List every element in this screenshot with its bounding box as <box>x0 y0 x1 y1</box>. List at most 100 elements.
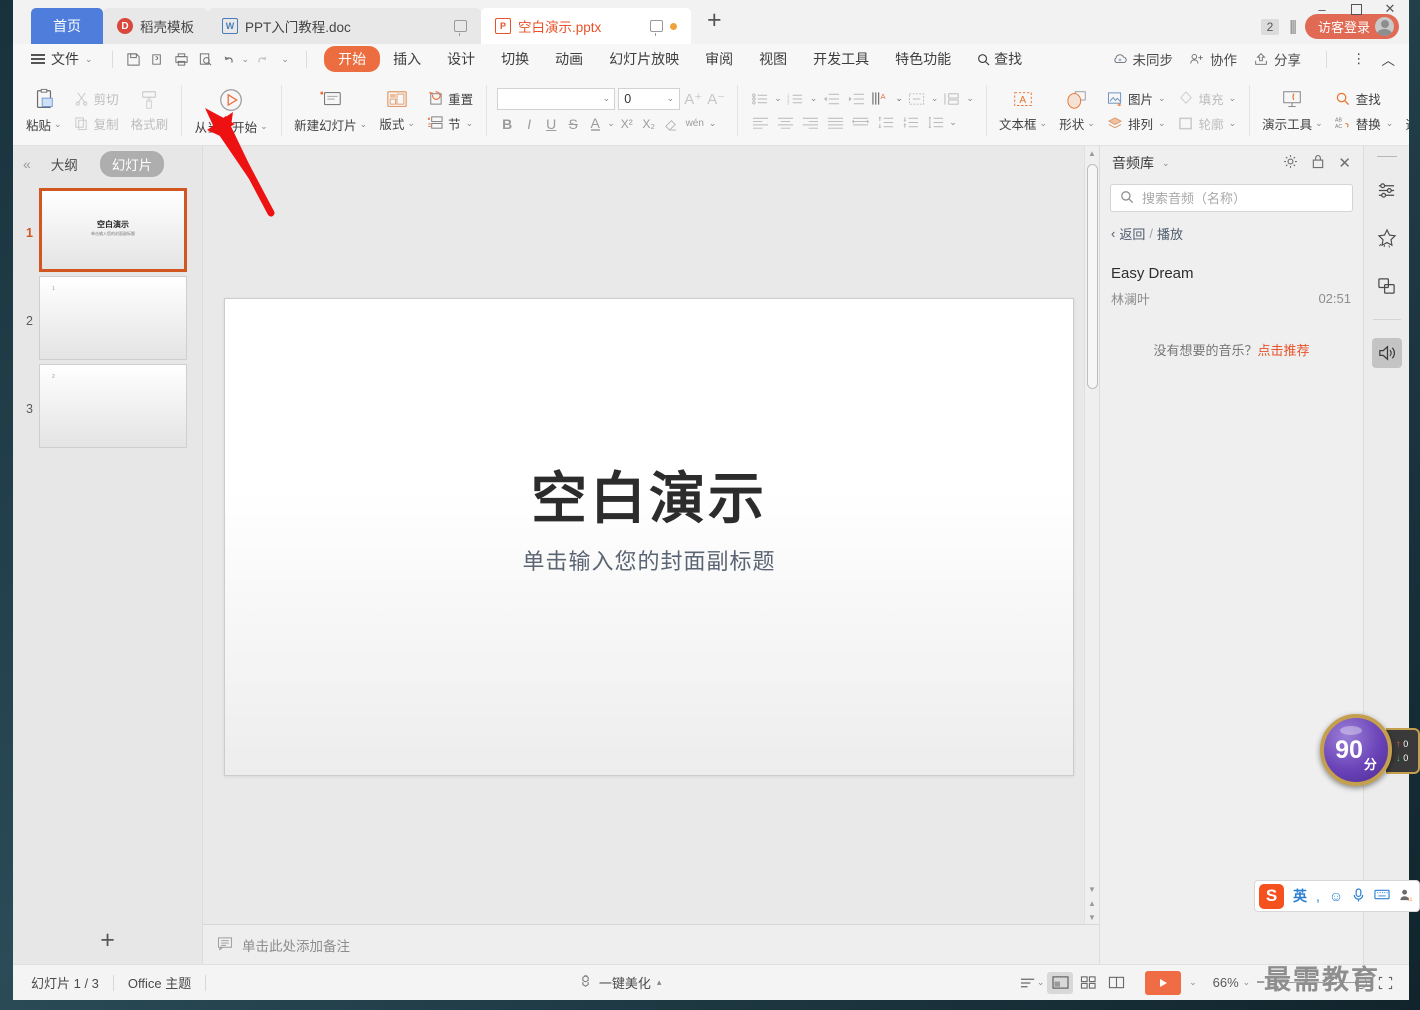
tab-list-icon[interactable]: ||| <box>1289 18 1297 35</box>
increase-indent-icon[interactable] <box>845 89 867 108</box>
undo-dropdown-icon[interactable]: ⌄ <box>242 54 250 65</box>
lock-icon[interactable] <box>1311 154 1325 172</box>
find-in-document-icon[interactable] <box>194 48 218 70</box>
customize-toolbar-icon[interactable]: ⌄ <box>273 48 297 70</box>
ribbon-tab-features[interactable]: 特色功能 <box>882 47 964 71</box>
chevron-left-icon[interactable]: ‹ <box>1111 226 1115 241</box>
sync-status-button[interactable]: 未同步 <box>1112 49 1173 69</box>
format-painter-button[interactable]: 格式刷 <box>125 86 175 136</box>
zoom-level-label[interactable]: 66% <box>1213 975 1239 990</box>
distribute-icon[interactable] <box>849 113 871 132</box>
chevron-down-icon[interactable]: ⌄ <box>810 93 818 104</box>
save-icon[interactable] <box>122 48 146 70</box>
user-icon[interactable]: 11 <box>1399 888 1413 905</box>
next-slide-button[interactable]: ▼ <box>1085 910 1099 924</box>
layout-button[interactable]: 版式 ⌄ <box>373 86 421 136</box>
duplicate-icon[interactable] <box>1372 271 1402 301</box>
audio-search-box[interactable] <box>1110 184 1353 212</box>
sogou-logo-icon[interactable]: S <box>1259 883 1284 909</box>
fill-button[interactable]: 填充 ⌄ <box>1175 88 1240 109</box>
subscript-button[interactable]: X₂ <box>639 114 659 134</box>
collaborate-button[interactable]: 协作 <box>1189 49 1237 69</box>
print-icon[interactable] <box>170 48 194 70</box>
normal-view-icon[interactable] <box>1047 971 1074 994</box>
section-button[interactable]: 节 ⌄ <box>424 113 476 134</box>
search-input[interactable] <box>1142 190 1343 206</box>
slide-thumbnail[interactable]: 2 <box>39 364 187 448</box>
new-slide-button[interactable]: 新建幻灯片 ⌄ <box>288 85 373 137</box>
punctuation-icon[interactable]: , <box>1316 888 1320 904</box>
strikethrough-button[interactable]: S <box>563 114 583 134</box>
tab-dockee-template[interactable]: D 稻壳模板 <box>103 8 208 44</box>
line-spacing-decrease-icon[interactable] <box>874 113 896 132</box>
properties-icon[interactable] <box>1372 175 1402 205</box>
tab-blank-presentation-pptx[interactable]: P 空白演示.pptx <box>481 8 691 44</box>
mic-icon[interactable] <box>1352 887 1365 905</box>
slide-thumbnail[interactable]: 1 <box>39 276 187 360</box>
paste-button[interactable]: 粘贴 ⌄ <box>20 85 68 137</box>
outline-button[interactable]: 轮廓 ⌄ <box>1175 113 1240 134</box>
redo-icon[interactable] <box>249 48 273 70</box>
theme-label[interactable]: Office 主题 <box>128 973 191 992</box>
keyboard-icon[interactable] <box>1374 888 1390 904</box>
align-text-box-icon[interactable] <box>906 89 928 108</box>
line-spacing-icon[interactable] <box>924 113 946 132</box>
play-slideshow-button[interactable] <box>1145 970 1182 995</box>
picture-button[interactable]: 图片 ⌄ <box>1104 88 1169 109</box>
clear-format-icon[interactable] <box>661 114 681 134</box>
chevron-up-icon[interactable]: ︿ <box>1382 49 1396 69</box>
font-color-button[interactable]: A <box>585 114 605 134</box>
align-center-icon[interactable] <box>774 113 796 132</box>
tab-ppt-tutorial-doc[interactable]: W PPT入门教程.doc <box>208 8 481 44</box>
align-right-icon[interactable] <box>799 113 821 132</box>
decrease-font-size-button[interactable]: A⁻ <box>706 89 726 109</box>
text-direction-icon[interactable]: A <box>870 89 892 108</box>
slide-title-text[interactable]: 空白演示 <box>225 454 1073 535</box>
guest-login-button[interactable]: 访客登录 <box>1304 14 1399 39</box>
align-left-icon[interactable] <box>749 113 771 132</box>
ribbon-tab-start[interactable]: 开始 <box>324 46 381 72</box>
replace-button[interactable]: AB AC 替换 ⌄ <box>1332 113 1397 134</box>
ime-mode-label[interactable]: 英 <box>1293 886 1307 906</box>
bullets-icon[interactable] <box>749 89 771 108</box>
previous-slide-button[interactable]: ▲ <box>1085 896 1099 910</box>
textbox-button[interactable]: A 文本框 ⌄ <box>993 86 1053 136</box>
maximize-button[interactable] <box>1349 2 1363 16</box>
presentation-tools-button[interactable]: 演示工具 ⌄ <box>1256 86 1329 136</box>
list-item[interactable]: 2 1 <box>13 272 202 360</box>
ribbon-tab-transition[interactable]: 切换 <box>488 47 542 71</box>
gear-icon[interactable] <box>1283 154 1298 172</box>
chevron-down-icon[interactable]: ⌄ <box>774 93 782 104</box>
ribbon-tab-find[interactable]: 查找 <box>964 47 1035 71</box>
sorter-view-icon[interactable] <box>1075 972 1101 994</box>
ribbon-tab-developer[interactable]: 开发工具 <box>800 47 882 71</box>
font-color-dropdown-icon[interactable]: ⌄ <box>607 118 615 129</box>
breadcrumb-back[interactable]: 返回 <box>1119 224 1145 243</box>
chevron-down-icon[interactable]: ⌄ <box>709 118 717 129</box>
underline-button[interactable]: U <box>541 114 561 134</box>
chevron-down-icon[interactable]: ⌄ <box>931 93 939 104</box>
share-button[interactable]: 分享 <box>1253 49 1301 69</box>
shape-button[interactable]: 形状 ⌄ <box>1053 86 1101 136</box>
recommend-link[interactable]: 点击推荐 <box>1258 343 1310 358</box>
list-item[interactable]: 1 空白演示 单击输入您的封面副标题 <box>13 184 202 272</box>
superscript-button[interactable]: X² <box>617 114 637 134</box>
undo-icon[interactable] <box>218 48 242 70</box>
ribbon-tab-view[interactable]: 视图 <box>746 47 800 71</box>
more-vertical-icon[interactable]: ⋮ <box>1352 51 1366 67</box>
print-preview-icon[interactable] <box>146 48 170 70</box>
close-icon[interactable]: ✕ <box>1338 154 1351 172</box>
slide-canvas[interactable]: 空白演示 单击输入您的封面副标题 <box>224 298 1074 776</box>
close-button[interactable]: ✕ <box>1383 1 1397 16</box>
chevron-down-icon[interactable]: ⌄ <box>949 117 957 128</box>
reading-view-icon[interactable] <box>1103 972 1129 994</box>
cut-button[interactable]: 剪切 <box>71 88 122 109</box>
minimize-button[interactable]: – <box>1315 2 1329 17</box>
italic-button[interactable]: I <box>519 114 539 134</box>
chevron-down-icon[interactable]: ⌄ <box>895 93 903 104</box>
justify-icon[interactable] <box>824 113 846 132</box>
beautify-button[interactable]: 一键美化 ▴ <box>578 973 661 992</box>
phonetic-guide-button[interactable]: wén <box>683 114 707 134</box>
tab-slides[interactable]: 幻灯片 <box>99 151 165 177</box>
rail-collapse-handle[interactable] <box>1376 156 1397 157</box>
